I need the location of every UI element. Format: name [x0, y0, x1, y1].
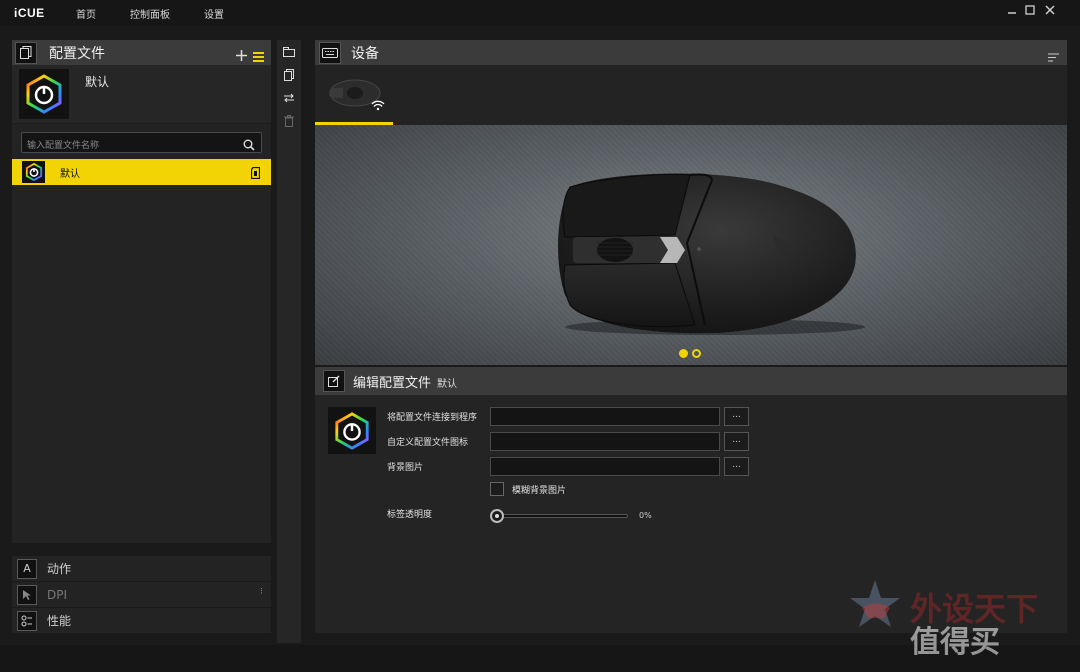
profile-list-item[interactable]: 默认 [12, 159, 271, 185]
profiles-panel: 配置文件 默认 输入配置文件名称 默认 [12, 40, 271, 543]
import-export-icon[interactable] [281, 90, 297, 106]
device-menu-icon[interactable] [1048, 47, 1059, 66]
svg-text:外设天下: 外设天下 [910, 590, 1038, 628]
current-profile-card: 默认 [12, 65, 271, 124]
custom-icon-browse-button[interactable]: ... [724, 432, 749, 451]
performance-icon [17, 610, 37, 631]
svg-text:值得买: 值得买 [910, 625, 1000, 660]
profiles-header: 配置文件 [12, 40, 271, 65]
devices-panel: 设备 [315, 40, 1067, 125]
page-dot-2[interactable] [692, 349, 701, 358]
onboard-memory-icon [250, 164, 261, 183]
profiles-title: 配置文件 [49, 45, 105, 62]
section-label: DPI [47, 587, 68, 602]
copy-profile-icon[interactable] [281, 67, 297, 83]
nav-home[interactable]: 首页 [76, 6, 96, 21]
nav-settings[interactable]: 设置 [204, 6, 224, 21]
device-showcase [315, 125, 1067, 365]
title-bar: iCUE 首页 控制面板 设置 [0, 0, 1080, 26]
minimize-icon[interactable] [1004, 4, 1020, 20]
tab-opacity-value: 0% [639, 511, 652, 520]
new-profile-icon[interactable] [281, 44, 297, 60]
edit-profile-title: 编辑配置文件 [353, 375, 432, 391]
profiles-icon [15, 41, 37, 64]
link-program-browse-button[interactable]: ... [724, 407, 749, 426]
section-label: 性能 [47, 614, 72, 628]
profile-toolbar [277, 40, 301, 643]
custom-icon-label: 自定义配置文件图标 [387, 438, 469, 448]
search-icon[interactable] [243, 136, 255, 155]
blur-background-label: 模糊背景图片 [512, 486, 567, 496]
app-title: iCUE [14, 6, 45, 20]
link-program-label: 将配置文件连接到程序 [387, 413, 478, 423]
add-profile-icon[interactable] [236, 46, 247, 65]
current-profile-name: 默认 [85, 75, 110, 89]
custom-icon-input[interactable] [490, 432, 720, 451]
profile-list-label: 默认 [60, 169, 80, 180]
profile-search-input[interactable] [22, 136, 237, 156]
edit-profile-name: 默认 [437, 378, 458, 390]
more-icon[interactable]: ⁝ [260, 587, 263, 597]
tab-opacity-slider-thumb[interactable] [490, 509, 504, 523]
blur-background-checkbox[interactable] [490, 482, 504, 496]
profile-menu-icon[interactable] [253, 47, 264, 66]
keyboard-icon [319, 41, 341, 64]
section-actions[interactable]: A 动作 [12, 556, 271, 581]
icue-logo-icon [19, 69, 69, 119]
background-image-browse-button[interactable]: ... [724, 457, 749, 476]
maximize-icon[interactable] [1022, 4, 1038, 20]
nav-dashboard[interactable]: 控制面板 [130, 6, 170, 21]
delete-icon[interactable] [281, 113, 297, 129]
wireless-icon [371, 100, 385, 111]
edit-profile-header: 编辑配置文件 默认 [315, 367, 1067, 395]
watermark-logo: 外设天下 值得买 [848, 578, 1070, 668]
background-image-input[interactable] [490, 457, 720, 476]
section-performance[interactable]: 性能 [12, 608, 271, 633]
mouse-render-image [558, 173, 865, 335]
devices-header: 设备 [315, 40, 1067, 65]
showcase-pagination [679, 349, 701, 358]
section-label: 动作 [47, 562, 72, 576]
edit-icon [323, 370, 345, 392]
close-icon[interactable] [1042, 4, 1058, 20]
device-mouse-thumbnail[interactable] [315, 66, 393, 125]
dpi-icon [17, 584, 37, 605]
tab-opacity-label: 标签透明度 [387, 510, 433, 520]
page-dot-1[interactable] [679, 349, 688, 358]
profile-search [21, 132, 262, 156]
section-dpi[interactable]: DPI ⁝ [12, 582, 271, 607]
background-image-label: 背景图片 [387, 463, 424, 473]
actions-icon: A [17, 558, 37, 579]
mouse-icon [329, 79, 385, 111]
icue-logo-icon [328, 407, 376, 454]
devices-title: 设备 [351, 45, 379, 62]
tab-opacity-slider-track[interactable] [498, 514, 628, 518]
link-program-input[interactable] [490, 407, 720, 426]
icue-logo-icon [22, 161, 45, 183]
